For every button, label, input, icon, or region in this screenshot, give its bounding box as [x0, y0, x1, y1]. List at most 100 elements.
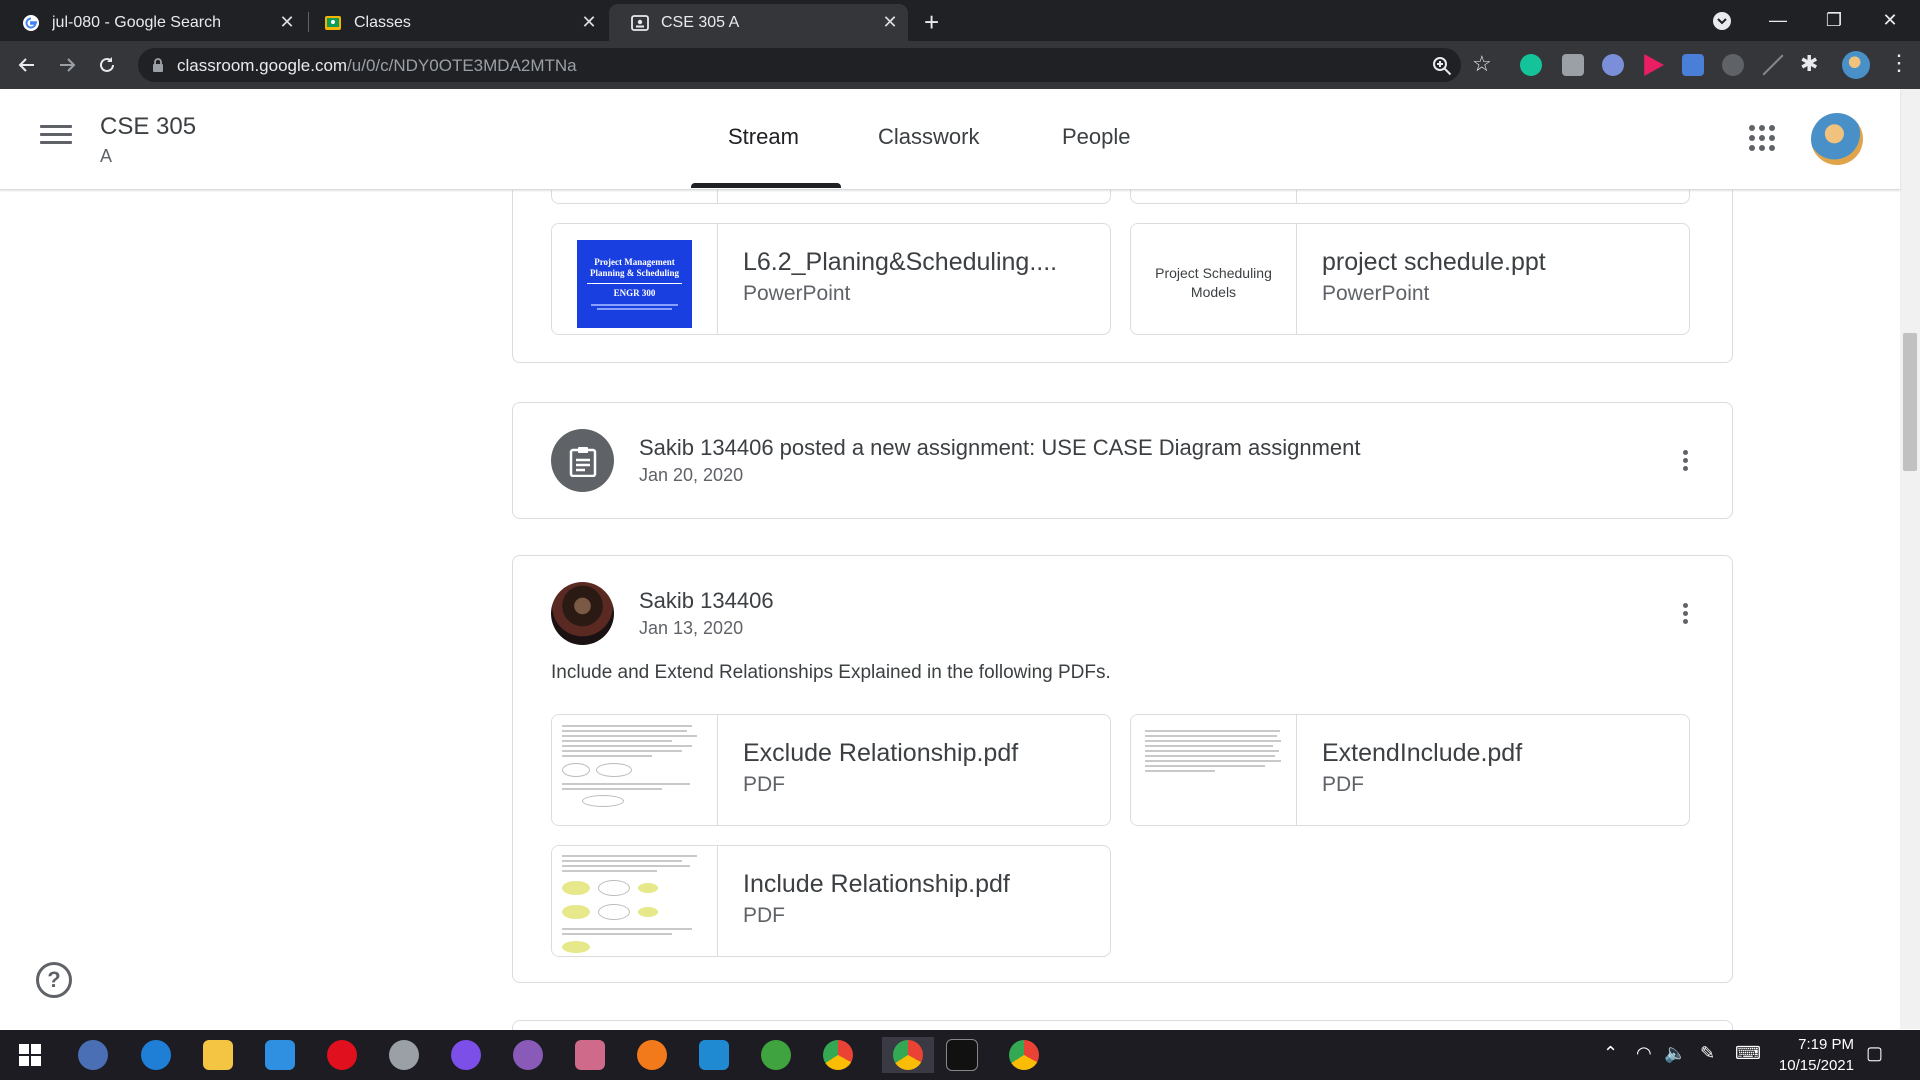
restore-button[interactable]: ❐	[1806, 0, 1862, 41]
class-section: A	[100, 146, 113, 166]
grammarly-extension-icon[interactable]	[1520, 54, 1542, 76]
globe-app-icon	[761, 1040, 791, 1070]
tab-cse-305-a[interactable]: CSE 305 A ✕	[609, 4, 908, 41]
extension-icon[interactable]	[1722, 54, 1744, 76]
attachment-thumbnail: Project Scheduling Models	[1131, 224, 1297, 334]
close-tab-icon[interactable]: ✕	[876, 12, 904, 33]
taskbar-app[interactable]	[448, 1037, 484, 1073]
active-tab-indicator	[691, 183, 841, 188]
attachment-card[interactable]: Project Scheduling Models project schedu…	[1130, 223, 1690, 335]
reload-button[interactable]	[90, 49, 124, 81]
taskbar-app[interactable]	[1006, 1037, 1042, 1073]
forward-button[interactable]	[50, 49, 84, 81]
account-avatar[interactable]	[1811, 113, 1863, 165]
attachment-card[interactable]: ExtendInclude.pdf PDF	[1130, 714, 1690, 826]
notifications-icon[interactable]: ▢	[1866, 1043, 1883, 1064]
paint-icon	[575, 1040, 605, 1070]
attachment-name: Exclude Relationship.pdf	[743, 739, 1019, 767]
thumbnail-text: Planning & Scheduling	[589, 268, 680, 278]
lock-icon[interactable]	[152, 58, 164, 72]
taskbar-app[interactable]	[200, 1037, 236, 1073]
google-apps-icon[interactable]	[1748, 124, 1776, 152]
post-author[interactable]: Sakib 134406	[639, 588, 774, 614]
chrome-icon	[823, 1040, 853, 1070]
tab-classwork[interactable]: Classwork	[878, 124, 979, 150]
help-icon[interactable]: ?	[36, 962, 72, 998]
scrollbar[interactable]	[1900, 89, 1920, 1029]
camera-extension-icon[interactable]	[1562, 54, 1584, 76]
github-icon	[513, 1040, 543, 1070]
taskbar-app[interactable]	[758, 1037, 794, 1073]
taskbar-app[interactable]	[696, 1037, 732, 1073]
taskbar-app[interactable]	[572, 1037, 608, 1073]
post-date: Jan 13, 2020	[639, 618, 744, 638]
post-date: Jan 20, 2020	[639, 465, 744, 485]
taskbar-app[interactable]	[262, 1037, 298, 1073]
taskbar-app[interactable]	[944, 1037, 980, 1073]
pen-icon[interactable]: ✎	[1700, 1043, 1715, 1064]
attachment-type: PDF	[1322, 773, 1364, 796]
tab-classes[interactable]: Classes ✕	[302, 4, 607, 41]
hamburger-menu-icon[interactable]	[40, 121, 72, 153]
taskbar-app[interactable]	[820, 1037, 856, 1073]
taskbar-app[interactable]	[634, 1037, 670, 1073]
chevron-down-icon	[1713, 11, 1731, 30]
attachment-thumbnail	[552, 715, 718, 825]
taskbar-app[interactable]	[386, 1037, 422, 1073]
attachment-type: PDF	[743, 773, 785, 796]
puzzle-icon[interactable]: ✱	[1800, 51, 1818, 77]
class-title[interactable]: CSE 305	[100, 113, 196, 141]
taskbar-clock[interactable]: 7:19 PM 10/15/2021	[1766, 1034, 1854, 1076]
messenger-icon	[451, 1040, 481, 1070]
arrow-left-icon	[18, 58, 34, 72]
more-options-icon[interactable]	[1673, 601, 1697, 625]
taskbar-app-active[interactable]	[882, 1037, 934, 1073]
show-hidden-icons-icon[interactable]: ⌃	[1603, 1043, 1618, 1064]
assignment-post-card[interactable]: Sakib 134406 posted a new assignment: US…	[512, 402, 1733, 519]
pen-extension-icon[interactable]	[1762, 54, 1784, 76]
minimize-button[interactable]: —	[1750, 0, 1806, 41]
attachment-thumbnail	[552, 846, 718, 956]
arrow-right-icon	[60, 58, 76, 72]
keyboard-icon[interactable]: ⌨	[1735, 1043, 1761, 1064]
more-options-icon[interactable]	[1673, 448, 1697, 472]
close-tab-icon[interactable]: ✕	[273, 12, 301, 33]
start-button[interactable]	[12, 1037, 48, 1073]
taskbar-app[interactable]	[138, 1037, 174, 1073]
volume-icon[interactable]: 🔈	[1664, 1043, 1686, 1064]
tab-stream[interactable]: Stream	[728, 124, 799, 150]
scrollbar-thumb[interactable]	[1903, 333, 1917, 471]
mail-icon	[265, 1040, 295, 1070]
zoom-icon[interactable]	[1432, 56, 1452, 76]
profile-avatar[interactable]	[1842, 51, 1870, 79]
tab-google-search[interactable]: jul-080 - Google Search ✕	[0, 4, 305, 41]
attachment-name: L6.2_Planing&Scheduling....	[743, 248, 1058, 276]
windows-icon	[19, 1044, 41, 1066]
attachment-card[interactable]: Exclude Relationship.pdf PDF	[551, 714, 1111, 826]
menu-icon[interactable]: ⋮	[1888, 50, 1910, 76]
edge-icon	[141, 1040, 171, 1070]
opera-icon	[327, 1040, 357, 1070]
classroom-icon	[325, 15, 341, 30]
close-window-button[interactable]: ✕	[1862, 0, 1918, 41]
extension-icon[interactable]	[1602, 54, 1624, 76]
new-tab-button[interactable]: +	[924, 7, 939, 38]
download-extension-icon[interactable]	[1682, 54, 1704, 76]
close-tab-icon[interactable]: ✕	[575, 12, 603, 33]
assignment-icon	[551, 429, 614, 492]
assignment-post-text[interactable]: Sakib 134406 posted a new assignment: US…	[639, 435, 1361, 461]
network-icon[interactable]: ◠	[1636, 1043, 1652, 1064]
taskbar-app[interactable]	[324, 1037, 360, 1073]
tab-people[interactable]: People	[1062, 124, 1131, 150]
taskbar-app[interactable]	[75, 1037, 111, 1073]
url-text[interactable]: classroom.google.com/u/0/c/NDY0OTE3MDA2M…	[177, 56, 577, 76]
author-avatar[interactable]	[551, 582, 614, 645]
tab-title: jul-080 - Google Search	[52, 13, 221, 31]
taskbar-app[interactable]	[510, 1037, 546, 1073]
tab-search-button[interactable]	[1694, 0, 1750, 41]
attachment-card[interactable]: Include Relationship.pdf PDF	[551, 845, 1111, 957]
file-explorer-icon	[203, 1040, 233, 1070]
attachment-card[interactable]: Project Management Planning & Scheduling…	[551, 223, 1111, 335]
back-button[interactable]	[10, 49, 44, 81]
bookmark-star-icon[interactable]: ☆	[1472, 51, 1492, 77]
